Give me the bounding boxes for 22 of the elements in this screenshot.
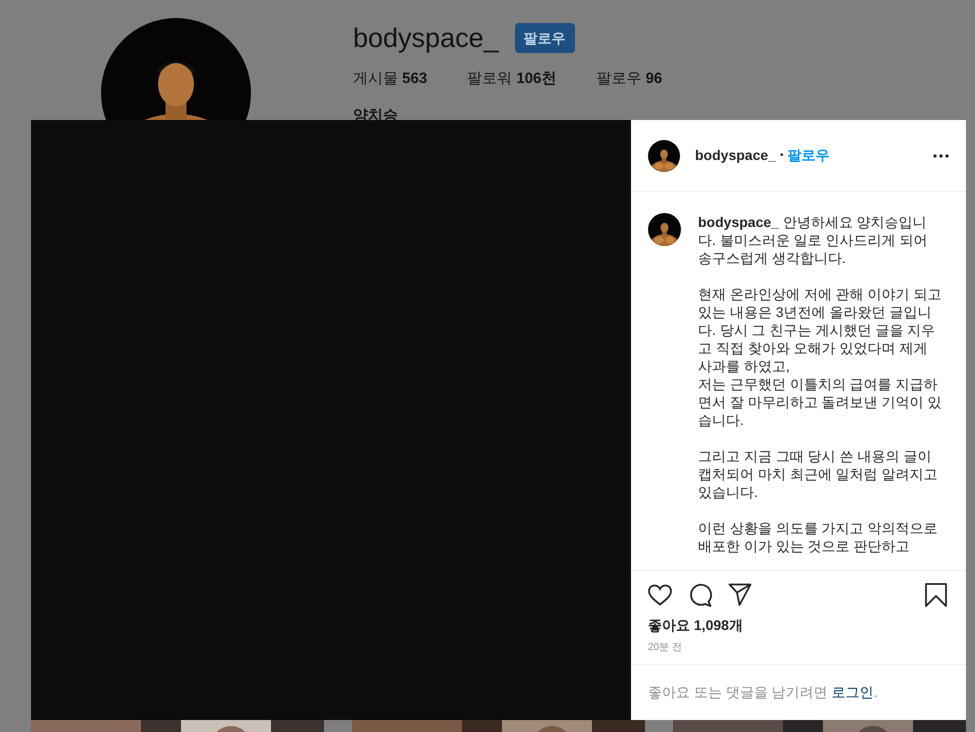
comment-icon[interactable] xyxy=(688,583,712,607)
more-icon[interactable] xyxy=(933,154,949,158)
author-link[interactable]: bodyspace_ xyxy=(698,214,779,230)
send-icon[interactable] xyxy=(728,583,752,607)
heart-icon[interactable] xyxy=(648,584,672,606)
stat-text[interactable]: 팔로우 96 xyxy=(596,68,662,90)
post-time: 20분 전 xyxy=(648,641,683,655)
login-prompt: 좋아요 또는 댓글을 남기려면 로그인. xyxy=(648,683,878,702)
caption-paragraph: bodyspace_ 안녕하세요 양치승입니다. 불미스러운 일로 인사드리게 되어 송구스럽게 생각합니다. xyxy=(698,213,928,267)
caption-paragraph: 이런 상황을 의도를 가지고 악의적으로 배포한 이가 있는 것으로 판단하고 xyxy=(698,519,939,555)
stat-text[interactable]: 팔로워 106천 xyxy=(467,68,556,90)
like-count[interactable]: 좋아요 1,098개 xyxy=(648,615,949,636)
caption-paragraph: 현재 온라인상에 저에 관해 이야기 되고 있는 내용은 3년전에 올라왔던 글입니다. 당시 그 친구는 게시했던 글을 지우고 직접 찾아와 오해가 있었다며 제게 사과를 하였고, 저는 근무했던 이틀치의 급여를 지급하면서 잘 마무리하고 돌려보낸 기억이 있습니다. xyxy=(698,285,942,429)
post-username[interactable]: bodyspace_ xyxy=(695,145,776,166)
separator-dot: • xyxy=(780,149,784,163)
stat-text[interactable]: 게시물 563 xyxy=(353,68,428,90)
follow-button[interactable]: 팔로우 xyxy=(514,23,575,53)
caption-paragraph: 그리고 지금 그때 당시 쓴 내용의 글이 캡처되어 마치 최근에 일처럼 알려지고 있습니다. xyxy=(698,447,939,501)
profile-username: bodyspace_ xyxy=(353,22,499,55)
login-link[interactable]: 로그인 xyxy=(832,684,874,700)
bookmark-icon[interactable] xyxy=(925,583,947,607)
follow-link[interactable]: 팔로우 xyxy=(787,145,830,166)
